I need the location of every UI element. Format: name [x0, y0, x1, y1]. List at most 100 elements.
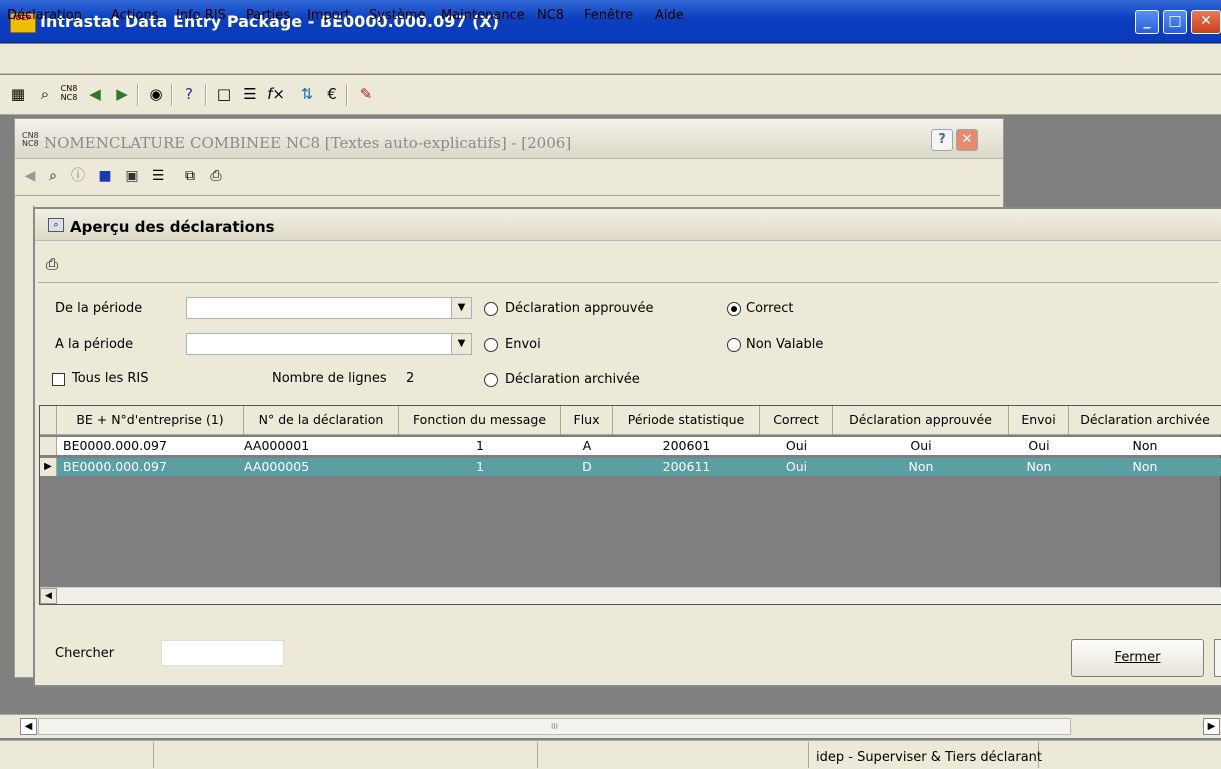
menu-import[interactable]: Import: [307, 8, 350, 23]
column-header[interactable]: Flux: [561, 406, 613, 435]
menu-systeme[interactable]: Système: [369, 8, 425, 23]
menu-parties[interactable]: Parties: [246, 8, 290, 23]
radio-declaration-approuvee[interactable]: [484, 302, 498, 316]
chevron-down-icon[interactable]: ▼: [451, 334, 471, 354]
apercu-title: Aperçu des déclarations: [70, 218, 275, 236]
camera-icon[interactable]: ◉: [146, 84, 166, 104]
declarations-table: [39, 405, 1221, 605]
from-period-select[interactable]: ▼: [186, 297, 472, 319]
arrow-back-icon[interactable]: ◀: [85, 84, 105, 104]
column-header[interactable]: Déclaration archivée: [1069, 406, 1221, 435]
toolbar-separator: [346, 84, 348, 106]
calendar-icon[interactable]: ▣: [122, 166, 142, 186]
euro-icon[interactable]: €: [322, 84, 342, 104]
scroll-left-icon[interactable]: ◀: [20, 718, 37, 735]
secondary-button[interactable]: [1214, 639, 1221, 677]
table-cell: BE0000.000.097: [63, 438, 167, 453]
non-valable-label: Non Valable: [746, 337, 824, 352]
toolbar-divider: [38, 282, 1218, 283]
table-row-selected[interactable]: BE0000.000.097 AA000005 1 D 200611 Oui N…: [57, 458, 1221, 476]
list-icon[interactable]: ☰: [148, 166, 168, 186]
menu-declaration[interactable]: Déclaration: [7, 8, 82, 23]
statusbar-pane: [537, 742, 538, 768]
binoculars-icon[interactable]: ⌕: [35, 84, 55, 104]
nc8-help-button[interactable]: ?: [931, 129, 953, 151]
minimize-button[interactable]: _: [1135, 10, 1159, 34]
close-button[interactable]: ✕: [1191, 10, 1221, 34]
menu-nc8[interactable]: NC8: [537, 8, 564, 23]
column-header[interactable]: Fonction du message: [399, 406, 561, 435]
status-user-text: idep - Superviser & Tiers déclarant: [816, 750, 1043, 765]
grid-icon[interactable]: ▦: [8, 84, 28, 104]
row-selector[interactable]: [40, 437, 57, 455]
function-icon[interactable]: f×: [266, 84, 286, 104]
maximize-button[interactable]: □: [1163, 10, 1187, 34]
menubar: [0, 44, 1221, 74]
arrow-forward-icon[interactable]: ▶: [112, 84, 132, 104]
table-cell: Oui: [910, 438, 932, 453]
table-cell: Non: [908, 459, 934, 474]
table-cell: AA000005: [244, 459, 310, 474]
printer-icon[interactable]: ⎙: [206, 166, 226, 186]
from-period-label: De la période: [55, 301, 143, 316]
menu-maintenance[interactable]: Maintenance: [441, 8, 525, 23]
column-header[interactable]: Correct: [760, 406, 833, 435]
radio-correct[interactable]: [727, 302, 741, 316]
arrow-back-icon[interactable]: ◀: [20, 166, 40, 186]
nc8-close-button[interactable]: ✕: [956, 129, 978, 151]
copy-icon[interactable]: ⧉: [180, 166, 200, 186]
column-header[interactable]: N° de la déclaration: [244, 406, 399, 435]
binoculars-icon[interactable]: ⌕: [43, 166, 63, 186]
column-header[interactable]: Envoi: [1009, 406, 1069, 435]
to-period-select[interactable]: ▼: [186, 333, 472, 355]
table-scrollbar[interactable]: [40, 587, 1221, 604]
scrollbar-thumb[interactable]: III: [38, 718, 1071, 735]
help-icon[interactable]: ?: [179, 84, 199, 104]
close-dialog-button[interactable]: Fermer: [1071, 639, 1204, 677]
row-pointer-icon[interactable]: ▶: [40, 458, 57, 476]
eu-flag-icon[interactable]: ■: [95, 166, 115, 186]
table-cell: Oui: [785, 438, 808, 453]
menu-info-ris[interactable]: Info RIS: [176, 8, 226, 23]
all-ris-label: Tous les RIS: [72, 371, 149, 386]
info-icon[interactable]: ⓘ: [68, 166, 88, 186]
new-document-icon[interactable]: □: [214, 84, 234, 104]
table-cell: Non: [1132, 438, 1158, 453]
all-ris-checkbox[interactable]: [52, 373, 65, 386]
nc8-content-area: [20, 205, 34, 670]
table-row[interactable]: BE0000.000.097 AA000001 1 A 200601 Oui O…: [57, 437, 1221, 455]
scroll-right-icon[interactable]: ▶: [1203, 718, 1220, 735]
row-header-corner: [40, 406, 57, 435]
column-header[interactable]: BE + N°d'entreprise (1): [57, 406, 244, 435]
table-cell: 1: [476, 459, 484, 474]
lines-count-value: 2: [406, 371, 415, 386]
menu-actions[interactable]: Actions: [111, 8, 159, 23]
radio-declaration-archivee[interactable]: [484, 373, 498, 387]
column-header[interactable]: Période statistique: [613, 406, 760, 435]
search-label: Chercher: [55, 646, 115, 661]
search-input[interactable]: [161, 640, 284, 666]
table-cell: 1: [476, 438, 484, 453]
table-cell: AA000001: [244, 438, 310, 453]
sort-icon[interactable]: ⇅: [297, 84, 317, 104]
chevron-down-icon[interactable]: ▼: [451, 298, 471, 318]
radio-envoi[interactable]: [484, 338, 498, 352]
tools-icon[interactable]: ✎: [356, 84, 376, 104]
toolbar-separator: [171, 84, 173, 106]
printer-icon[interactable]: ⎙: [46, 255, 58, 273]
scroll-left-icon[interactable]: ◀: [40, 588, 57, 604]
table-cell: Oui: [1028, 438, 1050, 453]
column-header[interactable]: Déclaration approuvée: [833, 406, 1009, 435]
table-cell: Oui: [785, 459, 808, 474]
menu-aide[interactable]: Aide: [655, 8, 684, 23]
printer-config-icon[interactable]: ☰: [240, 84, 260, 104]
table-cell: 200611: [662, 459, 711, 474]
envoi-label: Envoi: [505, 337, 541, 352]
toolbar-separator: [205, 84, 207, 106]
to-period-label: A la période: [55, 337, 134, 352]
declaration-approuvee-label: Déclaration approuvée: [505, 301, 654, 316]
cn8-nc8-icon[interactable]: CN8 NC8: [59, 84, 79, 104]
lines-count-label: Nombre de lignes: [272, 371, 387, 386]
menu-fenetre[interactable]: Fenêtre: [584, 8, 633, 23]
radio-non-valable[interactable]: [727, 338, 741, 352]
